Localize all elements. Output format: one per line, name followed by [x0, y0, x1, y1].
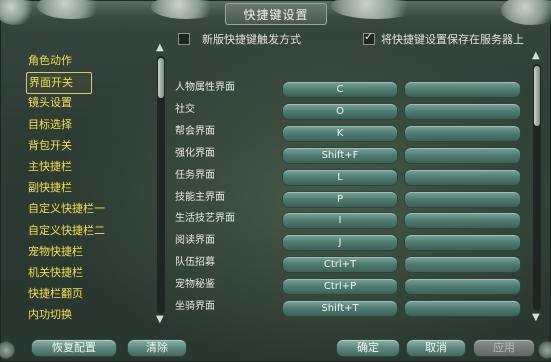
- primary-key-button[interactable]: Shift+F: [282, 146, 398, 164]
- category-scroll-thumb[interactable]: [158, 58, 164, 98]
- binding-label: 社交: [175, 103, 195, 115]
- secondary-key-button[interactable]: [404, 234, 521, 252]
- new-trigger-option[interactable]: 新版快捷键触发方式: [178, 31, 301, 47]
- window-title: 快捷键设置: [225, 3, 327, 25]
- ok-button[interactable]: 确定: [336, 339, 400, 357]
- apply-button[interactable]: 应用: [473, 339, 535, 357]
- category-scroll-up-icon[interactable]: ▲: [156, 43, 164, 53]
- binding-scroll-up-icon[interactable]: ▲: [532, 51, 540, 61]
- restore-config-button[interactable]: 恢复配置: [31, 339, 117, 357]
- category-scrollbar[interactable]: [157, 56, 165, 314]
- hotkey-settings-window: 快捷键设置 新版快捷键触发方式 将快捷键设置保存在服务器上 角色动作界面开关镜头…: [0, 0, 551, 362]
- primary-key-button[interactable]: J: [282, 234, 398, 252]
- binding-label: 强化界面: [175, 147, 215, 159]
- primary-key-button[interactable]: C: [282, 81, 398, 98]
- corner-ornament-bottom-right: [538, 341, 551, 359]
- category-item[interactable]: 快捷栏翻页: [28, 284, 83, 304]
- save-server-label: 将快捷键设置保存在服务器上: [381, 33, 524, 46]
- binding-label: 帮会界面: [175, 125, 215, 137]
- category-item[interactable]: 主快捷栏: [28, 157, 72, 177]
- secondary-key-button[interactable]: [404, 278, 521, 296]
- category-item[interactable]: 背包开关: [28, 136, 72, 156]
- category-item[interactable]: 机关快捷栏: [28, 263, 83, 283]
- secondary-key-button[interactable]: [404, 168, 521, 186]
- category-item[interactable]: 目标选择: [28, 115, 72, 135]
- cancel-button[interactable]: 取消: [406, 339, 466, 357]
- save-server-checkbox[interactable]: [363, 30, 375, 45]
- binding-label: 技能主界面: [175, 191, 225, 203]
- binding-label: 任务界面: [175, 169, 215, 181]
- binding-label: 阅读界面: [175, 235, 215, 247]
- save-server-option[interactable]: 将快捷键设置保存在服务器上: [363, 30, 524, 47]
- primary-key-button[interactable]: Shift+T: [282, 300, 398, 317]
- category-item[interactable]: 界面开关: [26, 72, 92, 95]
- secondary-key-button[interactable]: [404, 81, 521, 98]
- category-item[interactable]: 宠物快捷栏: [28, 242, 83, 262]
- secondary-key-button[interactable]: [404, 124, 521, 142]
- secondary-key-button[interactable]: [404, 212, 521, 230]
- category-item[interactable]: 内功切换: [28, 305, 72, 325]
- primary-key-button[interactable]: P: [282, 190, 398, 208]
- binding-label: 宠物秘鉴: [175, 279, 215, 291]
- clear-button[interactable]: 清除: [127, 339, 187, 357]
- primary-key-button[interactable]: I: [282, 212, 398, 230]
- secondary-key-button[interactable]: [404, 300, 521, 317]
- primary-key-button[interactable]: Ctrl+P: [282, 278, 398, 296]
- category-item[interactable]: 副快捷栏: [28, 178, 72, 198]
- primary-key-button[interactable]: Ctrl+T: [282, 256, 398, 274]
- binding-label: 人物属性界面: [175, 82, 235, 93]
- secondary-key-button[interactable]: [404, 190, 521, 208]
- new-trigger-checkbox[interactable]: [178, 33, 190, 45]
- secondary-key-button[interactable]: [404, 256, 521, 274]
- primary-key-button[interactable]: L: [282, 168, 398, 186]
- primary-key-button[interactable]: K: [282, 124, 398, 142]
- primary-key-button[interactable]: O: [282, 102, 398, 120]
- corner-ornament-bottom-left: [0, 341, 15, 359]
- binding-label: 坐骑界面: [175, 301, 215, 312]
- category-item[interactable]: 自定义快捷栏一: [28, 199, 105, 219]
- binding-scrollbar[interactable]: [533, 64, 541, 310]
- window-title-text: 快捷键设置: [243, 7, 309, 22]
- binding-label: 生活技艺界面: [175, 213, 235, 225]
- category-item[interactable]: 角色动作: [28, 51, 72, 71]
- category-item[interactable]: 镜头设置: [28, 93, 72, 113]
- secondary-key-button[interactable]: [404, 146, 521, 164]
- new-trigger-label: 新版快捷键触发方式: [202, 33, 301, 46]
- category-item[interactable]: 自定义快捷栏二: [28, 221, 105, 241]
- binding-label: 队伍招募: [175, 257, 215, 269]
- secondary-key-button[interactable]: [404, 102, 521, 120]
- binding-scroll-thumb[interactable]: [534, 66, 540, 126]
- category-scroll-down-icon[interactable]: ▼: [156, 315, 164, 325]
- binding-scroll-down-icon[interactable]: ▼: [532, 313, 540, 323]
